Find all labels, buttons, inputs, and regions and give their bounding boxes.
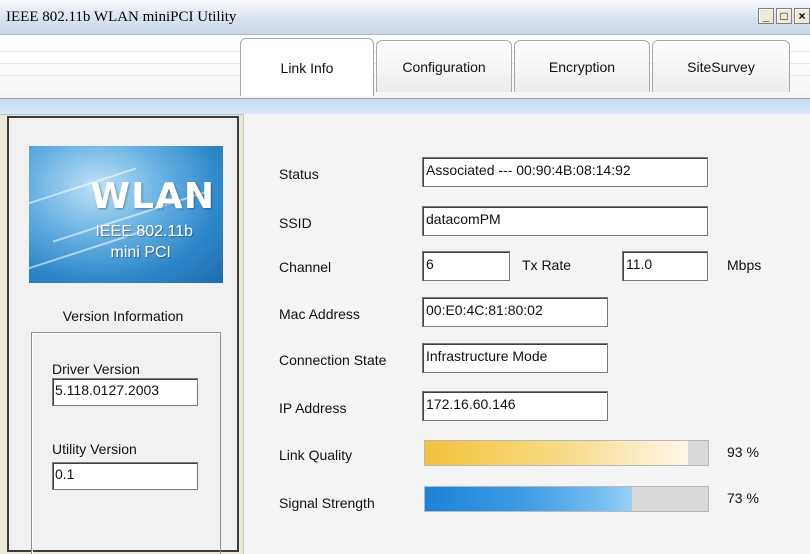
utility-version-field[interactable]: 0.1: [52, 462, 198, 490]
ssid-label: SSID: [279, 215, 312, 231]
mac-address-label: Mac Address: [279, 306, 360, 322]
wlan-logo: WLAN IEEE 802.11b mini PCI: [29, 146, 223, 283]
tab-link-info[interactable]: Link Info: [240, 38, 374, 96]
connection-state-label: Connection State: [279, 352, 387, 368]
tx-rate-label: Tx Rate: [522, 257, 572, 273]
logo-standard-text: IEEE 802.11b: [95, 223, 193, 240]
channel-field[interactable]: 6: [422, 251, 510, 281]
mac-address-field[interactable]: 00:E0:4C:81:80:02: [422, 297, 608, 327]
link-info-panel: Status Associated --- 00:90:4B:08:14:92 …: [243, 114, 810, 554]
utility-version-label: Utility Version: [52, 441, 137, 457]
version-heading: Version Information: [62, 308, 184, 324]
signal-strength-bar: [424, 486, 709, 512]
version-groupbox: Driver Version 5.118.0127.2003 Utility V…: [31, 332, 221, 554]
driver-version-field[interactable]: 5.118.0127.2003: [52, 378, 198, 406]
minimize-button[interactable]: _: [758, 8, 774, 24]
window-controls: _ □ ×: [756, 8, 810, 26]
status-field[interactable]: Associated --- 00:90:4B:08:14:92: [422, 157, 708, 187]
signal-strength-fill: [425, 487, 632, 511]
tab-strip: Link Info Configuration Encryption SiteS…: [0, 35, 810, 99]
logo-formfactor-text: mini PCI: [110, 244, 171, 261]
link-quality-percent: 93 %: [727, 444, 759, 460]
channel-label: Channel: [279, 259, 332, 275]
connection-state-field[interactable]: Infrastructure Mode: [422, 343, 608, 373]
link-quality-fill: [425, 441, 689, 465]
status-label: Status: [279, 166, 319, 182]
info-sidebar: WLAN IEEE 802.11b mini PCI Version Infor…: [7, 116, 239, 554]
app-window: IEEE 802.11b WLAN miniPCI Utility _ □ × …: [0, 0, 810, 554]
ssid-field[interactable]: datacomPM: [422, 206, 708, 236]
link-quality-bar: [424, 440, 709, 466]
tab-configuration[interactable]: Configuration: [376, 40, 512, 92]
tx-rate-field[interactable]: 11.0: [622, 251, 708, 281]
link-quality-label: Link Quality: [279, 447, 353, 463]
signal-strength-label: Signal Strength: [279, 495, 375, 511]
header-band: [0, 99, 810, 115]
signal-strength-percent: 73 %: [727, 490, 759, 506]
logo-wlan-text: WLAN: [90, 176, 215, 217]
ip-address-field[interactable]: 172.16.60.146: [422, 391, 608, 421]
tx-rate-unit: Mbps: [727, 257, 762, 273]
tab-sitesurvey[interactable]: SiteSurvey: [652, 40, 790, 92]
ip-address-label: IP Address: [279, 400, 347, 416]
maximize-button[interactable]: □: [776, 8, 792, 24]
driver-version-label: Driver Version: [52, 361, 140, 377]
tab-encryption[interactable]: Encryption: [514, 40, 650, 92]
window-title: IEEE 802.11b WLAN miniPCI Utility: [6, 9, 237, 25]
tab-list: Link Info Configuration Encryption SiteS…: [240, 38, 792, 100]
close-button[interactable]: ×: [794, 8, 810, 24]
title-bar[interactable]: IEEE 802.11b WLAN miniPCI Utility _ □ ×: [0, 0, 810, 35]
